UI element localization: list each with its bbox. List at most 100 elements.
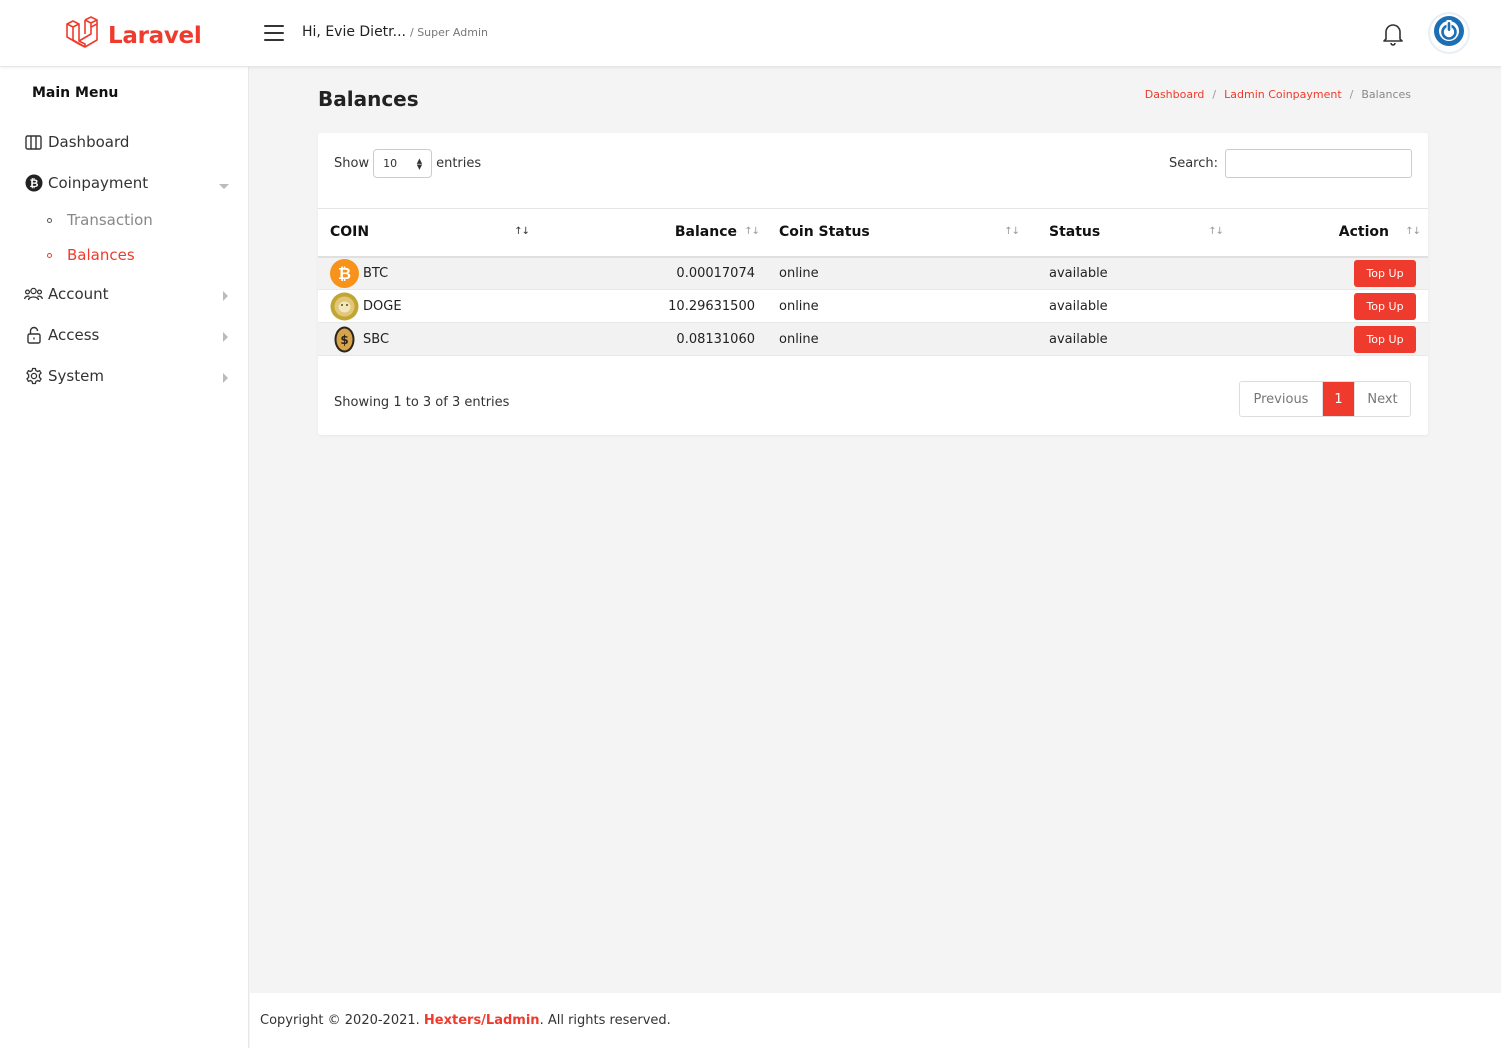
- bullet-icon: [47, 252, 52, 258]
- search-label: Search:: [1168, 156, 1218, 171]
- page-title: Balances: [318, 87, 419, 111]
- logo-text: Laravel: [108, 23, 202, 49]
- column-header-balance[interactable]: Balance ↑↓: [537, 209, 767, 257]
- balances-table: COIN ↑↓ Balance ↑↓ Coin Status ↑↓ Status ↑↓ …: [318, 208, 1428, 356]
- sort-icon: ↑↓: [514, 226, 530, 237]
- search-control: Search:: [1169, 149, 1412, 178]
- bitcoin-icon: ₿: [24, 174, 43, 193]
- avatar[interactable]: [1430, 14, 1468, 52]
- sidebar-item-coinpayment[interactable]: ₿ Coinpayment: [24, 170, 229, 196]
- users-icon: [24, 285, 43, 304]
- sidebar-item-label: Dashboard: [48, 133, 130, 151]
- user-role: / Super Admin: [410, 26, 488, 39]
- status-cell: available: [1049, 298, 1108, 314]
- breadcrumb-link-coinpayment[interactable]: Ladmin Coinpayment: [1224, 88, 1342, 101]
- coin-cell: ₿ BTC: [318, 257, 537, 290]
- coin-name: BTC: [363, 265, 389, 281]
- pagination: Previous 1 Next: [1239, 381, 1411, 417]
- caret-right-icon: [223, 330, 229, 346]
- sidebar-item-label: Access: [48, 326, 100, 344]
- page-1-button[interactable]: 1: [1323, 382, 1354, 416]
- sort-icon: ↑↓: [1405, 226, 1421, 237]
- top-bar: Laravel Hi, Evie Dietr... / Super Admin: [0, 0, 1501, 67]
- sidebar-item-label: Account: [48, 285, 109, 303]
- search-input[interactable]: [1225, 149, 1412, 178]
- laravel-logo-icon: [64, 16, 100, 56]
- footer: Copyright © 2020-2021. Hexters/Ladmin. A…: [250, 993, 1501, 1048]
- bell-icon[interactable]: [1382, 22, 1404, 46]
- balances-card: Show 10 ▲ ▼ entries Search: COIN ↑↓ Balanc…: [318, 133, 1428, 435]
- column-header-coin-status[interactable]: Coin Status ↑↓: [767, 209, 1037, 257]
- column-header-action[interactable]: Action ↑↓: [1227, 209, 1428, 257]
- sidebar-item-dashboard[interactable]: Dashboard: [24, 129, 229, 155]
- balance-cell: 0.08131060: [676, 331, 755, 347]
- unlock-icon: [24, 326, 43, 345]
- coin-name: SBC: [363, 331, 390, 347]
- page-length-select[interactable]: 10 ▲ ▼: [373, 149, 433, 178]
- table-row: ₿ BTC 0.00017074 online available Top Up: [318, 256, 1428, 290]
- copyright-prefix: Copyright © 2020-2021.: [260, 1013, 420, 1028]
- power-icon: [1433, 15, 1465, 51]
- status-cell: available: [1049, 331, 1108, 347]
- breadcrumb-separator: /: [1212, 88, 1217, 101]
- balance-cell: 0.00017074: [676, 265, 755, 281]
- sidebar-subitem-transaction[interactable]: Transaction: [47, 211, 153, 229]
- sidebar-title: Main Menu: [32, 85, 119, 101]
- column-header-coin[interactable]: COIN ↑↓: [318, 209, 537, 257]
- table-row: DOGE 10.29631500 online available Top Up: [318, 290, 1428, 323]
- breadcrumb-separator: /: [1349, 88, 1354, 101]
- column-header-status[interactable]: Status ↑↓: [1037, 209, 1227, 257]
- caret-down-icon: [219, 178, 229, 194]
- breadcrumb-current: Balances: [1361, 88, 1411, 101]
- coin-status-cell: online: [779, 331, 819, 347]
- hamburger-menu-icon[interactable]: [264, 25, 284, 41]
- sidebar-item-label: System: [48, 367, 104, 385]
- action-cell: Top Up: [1227, 290, 1428, 323]
- balance-cell: 10.29631500: [668, 298, 755, 314]
- sidebar: Main Menu Dashboard ₿ Coinpayment Transa…: [0, 67, 249, 1048]
- columns-icon: [24, 133, 43, 152]
- doge-icon: [330, 292, 359, 321]
- sort-icon: ↑↓: [1004, 226, 1020, 237]
- svg-text:$: $: [340, 333, 348, 347]
- action-cell: Top Up: [1227, 323, 1428, 356]
- table-info: Showing 1 to 3 of 3 entries: [334, 395, 510, 410]
- footer-brand-link[interactable]: Hexters/Ladmin: [424, 1013, 540, 1028]
- caret-right-icon: [223, 371, 229, 387]
- page-length-value: 10: [383, 157, 398, 170]
- user-greeting: Hi, Evie Dietr... / Super Admin: [302, 24, 488, 40]
- coin-cell: $ SBC: [318, 323, 537, 356]
- show-label: Show: [334, 156, 370, 171]
- svg-text:₿: ₿: [338, 264, 351, 283]
- sidebar-item-account[interactable]: Account: [24, 281, 229, 307]
- sidebar-subitem-balances[interactable]: Balances: [47, 246, 135, 264]
- breadcrumb-link-dashboard[interactable]: Dashboard: [1145, 88, 1205, 101]
- sidebar-item-system[interactable]: System: [24, 363, 229, 389]
- coin-name: DOGE: [363, 298, 402, 314]
- status-cell: available: [1049, 265, 1108, 281]
- action-cell: Top Up: [1227, 257, 1428, 290]
- sort-arrows-icon: ▲ ▼: [416, 157, 423, 171]
- sort-icon: ↑↓: [1208, 226, 1224, 237]
- btc-icon: ₿: [330, 258, 359, 288]
- sidebar-subitem-label: Transaction: [67, 211, 153, 229]
- svg-text:₿: ₿: [29, 177, 38, 190]
- previous-page-button[interactable]: Previous: [1240, 382, 1323, 416]
- copyright-text: Copyright © 2020-2021. Hexters/Ladmin. A…: [260, 1013, 671, 1028]
- bullet-icon: [47, 217, 52, 223]
- caret-right-icon: [223, 289, 229, 305]
- table-header-row: COIN ↑↓ Balance ↑↓ Coin Status ↑↓ Status ↑↓ …: [318, 208, 1428, 257]
- user-name: Hi, Evie Dietr...: [302, 24, 406, 40]
- gear-icon: [24, 367, 43, 386]
- entries-label: entries: [436, 156, 482, 171]
- top-up-button[interactable]: Top Up: [1354, 292, 1416, 320]
- top-up-button[interactable]: Top Up: [1354, 325, 1416, 353]
- sidebar-item-access[interactable]: Access: [24, 322, 229, 348]
- top-up-button[interactable]: Top Up: [1354, 259, 1416, 287]
- page-length-control: Show 10 ▲ ▼ entries: [334, 149, 481, 178]
- next-page-button[interactable]: Next: [1354, 382, 1410, 416]
- coin-status-cell: online: [779, 265, 819, 281]
- copyright-suffix: . All rights reserved.: [539, 1013, 671, 1028]
- sort-icon: ↑↓: [744, 226, 760, 237]
- logo[interactable]: Laravel: [64, 16, 202, 56]
